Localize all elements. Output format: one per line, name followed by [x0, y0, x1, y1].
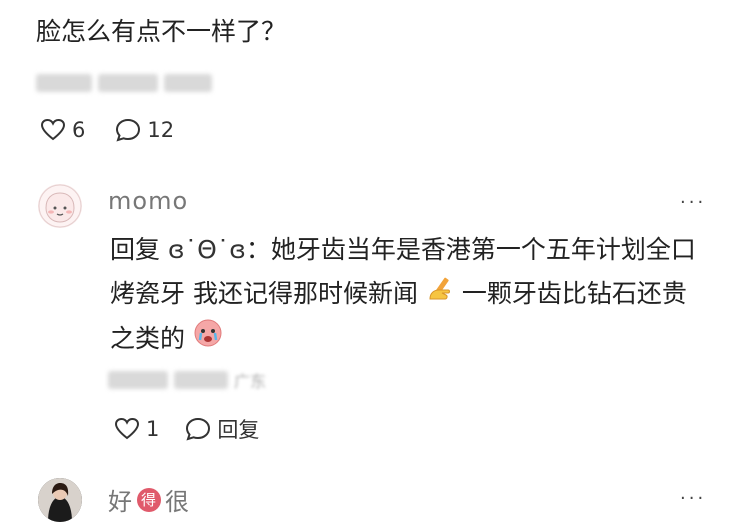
reply-like-count: 1: [146, 417, 160, 441]
reply-meta-blurred: 广东: [108, 368, 266, 392]
reply-text: 回复 ɞ˙Θ˙ɞ：她牙齿当年是香港第一个五年计划全口烤瓷牙 我还记得那时候新闻 …: [110, 228, 710, 362]
crying-face-emoji: [193, 318, 223, 362]
reply2-badge: 得: [137, 487, 161, 512]
like-count: 6: [72, 118, 86, 142]
comment-bubble-icon: [186, 417, 211, 441]
writing-hand-emoji: [426, 273, 454, 317]
reply-location: 广东: [234, 372, 267, 391]
comment-button[interactable]: 12: [115, 118, 174, 142]
post-actions: 6 12: [40, 118, 174, 142]
reply2-username[interactable]: 好 得 很: [108, 482, 190, 517]
comment-bubble-icon: [116, 118, 141, 142]
post-meta-blurred: [36, 74, 212, 92]
comment-count: 12: [147, 118, 175, 142]
heart-icon: [114, 417, 140, 440]
reply-actions: 1 回复: [114, 414, 259, 444]
avatar-photo-icon: [38, 478, 82, 522]
more-icon[interactable]: ···: [680, 192, 706, 213]
reply-button[interactable]: 回复: [185, 414, 259, 444]
reply-username[interactable]: momo: [108, 187, 188, 215]
like-button[interactable]: 6: [40, 118, 85, 142]
reply-colon: ：: [245, 235, 271, 264]
avatar[interactable]: [38, 184, 82, 228]
reply-to-user[interactable]: ɞ˙Θ˙ɞ: [168, 235, 246, 264]
reply2-username-part1: 好: [108, 488, 133, 516]
avatar[interactable]: [38, 478, 82, 522]
reply-button-label: 回复: [217, 418, 260, 442]
more-icon[interactable]: ···: [680, 488, 706, 509]
reply-like-button[interactable]: 1: [114, 417, 159, 441]
reply2-username-part2: 很: [165, 488, 190, 516]
heart-icon: [40, 118, 66, 141]
post-text: 脸怎么有点不一样了？: [36, 17, 287, 46]
avatar-cartoon-icon: [38, 184, 82, 228]
reply-prefix: 回复: [110, 235, 161, 264]
